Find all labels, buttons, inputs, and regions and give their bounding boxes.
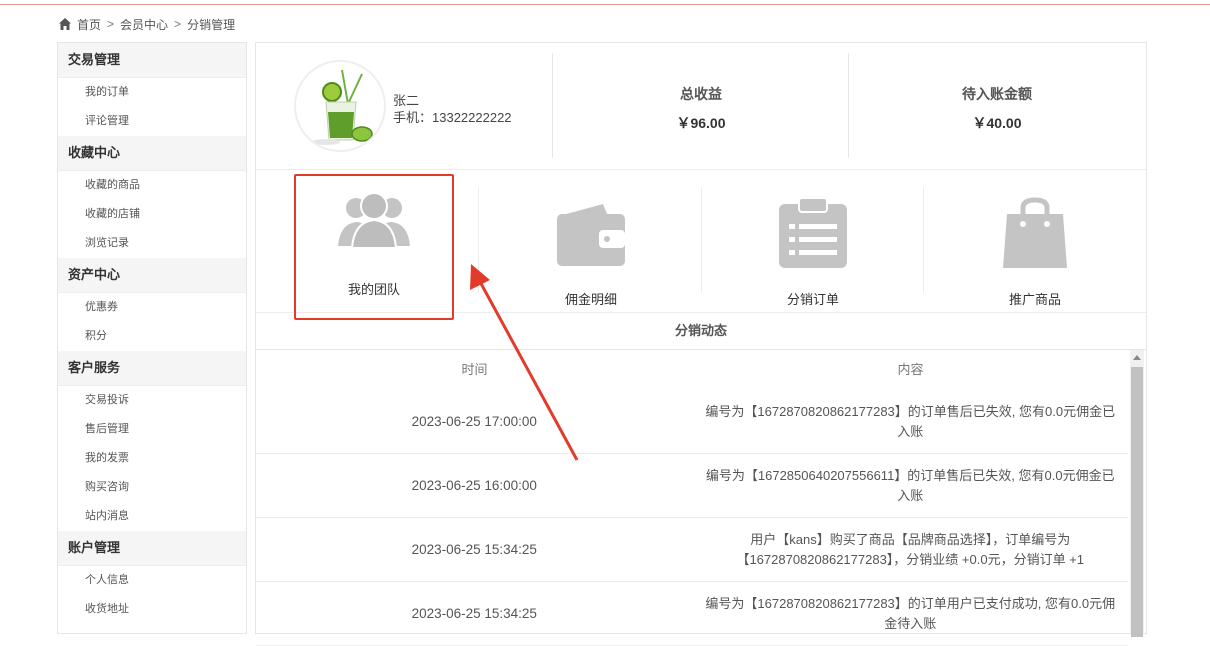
sidebar: 交易管理 我的订单 评论管理 收藏中心 收藏的商品 收藏的店铺 浏览记录 资产中… bbox=[57, 42, 247, 634]
my-team-label: 我的团队 bbox=[347, 282, 400, 297]
table-header: 时间 内容 bbox=[256, 350, 1128, 390]
divider bbox=[923, 187, 924, 293]
wallet-icon bbox=[557, 204, 625, 266]
pending-amount-stat: 待入账金额 ￥40.00 bbox=[850, 84, 1144, 133]
top-accent-line bbox=[0, 4, 1210, 5]
column-header-content: 内容 bbox=[897, 362, 924, 377]
commission-detail-button[interactable]: 佣金明细 bbox=[512, 186, 670, 312]
profile-row: 张二 手机：13322222222 总收益 ￥96.00 待入账金额 ￥40.0… bbox=[256, 43, 1146, 170]
commission-detail-label: 佣金明细 bbox=[564, 292, 617, 307]
sidebar-item-fav-goods[interactable]: 收藏的商品 bbox=[58, 171, 246, 200]
sidebar-item-my-orders[interactable]: 我的订单 bbox=[58, 78, 246, 107]
breadcrumb: 首页 > 会员中心 > 分销管理 bbox=[58, 15, 235, 33]
scroll-up-arrow-icon[interactable] bbox=[1130, 350, 1144, 365]
scroll-thumb[interactable] bbox=[1131, 367, 1143, 637]
divider bbox=[848, 53, 849, 158]
cocktail-avatar-image bbox=[312, 69, 373, 145]
divider bbox=[701, 187, 702, 293]
row-time: 2023-06-25 16:00:00 bbox=[411, 478, 537, 493]
sidebar-item-consult[interactable]: 购买咨询 bbox=[58, 473, 246, 502]
sidebar-item-invoices[interactable]: 我的发票 bbox=[58, 444, 246, 473]
breadcrumb-separator: > bbox=[174, 17, 182, 31]
sidebar-item-complaints[interactable]: 交易投诉 bbox=[58, 386, 246, 415]
table-row: 2023-06-25 17:00:00 编号为【1672870820862177… bbox=[256, 390, 1128, 454]
column-header-time: 时间 bbox=[461, 362, 488, 377]
promote-goods-label: 推广商品 bbox=[1008, 292, 1061, 307]
row-time: 2023-06-25 15:34:25 bbox=[411, 542, 537, 557]
table-row: 2023-06-25 15:34:25 编号为【1672870820862177… bbox=[256, 582, 1128, 646]
row-time: 2023-06-25 15:34:25 bbox=[411, 606, 537, 621]
total-earnings-value: ￥96.00 bbox=[676, 115, 726, 131]
sidebar-item-aftersale[interactable]: 售后管理 bbox=[58, 415, 246, 444]
divider bbox=[552, 53, 553, 158]
sidebar-section-favorites: 收藏中心 bbox=[58, 136, 246, 171]
sidebar-item-address[interactable]: 收货地址 bbox=[58, 595, 246, 624]
total-earnings-label: 总收益 bbox=[680, 86, 722, 102]
sidebar-section-account: 账户管理 bbox=[58, 531, 246, 566]
breadcrumb-separator: > bbox=[107, 17, 115, 31]
team-icon bbox=[338, 192, 410, 249]
sidebar-item-points[interactable]: 积分 bbox=[58, 322, 246, 351]
distribution-orders-label: 分销订单 bbox=[786, 292, 839, 307]
distribution-orders-button[interactable]: 分销订单 bbox=[734, 186, 892, 312]
distribution-dynamics-title: 分销动态 bbox=[256, 313, 1146, 350]
dynamics-table: 时间 内容 2023-06-25 17:00:00 编号为【1672870820… bbox=[256, 350, 1128, 646]
row-content: 编号为【1672850640207556611】的订单售后已失效, 您有0.0元… bbox=[705, 467, 1115, 503]
clipboard-icon bbox=[779, 197, 847, 268]
row-content: 编号为【1672870820862177283】的订单售后已失效, 您有0.0元… bbox=[705, 403, 1116, 439]
row-time: 2023-06-25 17:00:00 bbox=[411, 414, 537, 429]
promote-goods-button[interactable]: 推广商品 bbox=[956, 186, 1114, 312]
sidebar-section-assets: 资产中心 bbox=[58, 258, 246, 293]
avatar bbox=[294, 60, 386, 152]
sidebar-section-trade: 交易管理 bbox=[58, 43, 246, 78]
home-icon[interactable] bbox=[58, 17, 72, 31]
total-earnings-stat: 总收益 ￥96.00 bbox=[554, 84, 848, 133]
main-panel: 张二 手机：13322222222 总收益 ￥96.00 待入账金额 ￥40.0… bbox=[255, 42, 1147, 646]
sidebar-section-service: 客户服务 bbox=[58, 351, 246, 386]
user-phone: 手机：13322222222 bbox=[393, 110, 512, 125]
row-content: 用户【kans】购买了商品【品牌商品选择】，订单编号为【167287082086… bbox=[736, 531, 1085, 567]
sidebar-item-reviews[interactable]: 评论管理 bbox=[58, 107, 246, 136]
shopping-bag-icon bbox=[1003, 197, 1067, 268]
pending-amount-label: 待入账金额 bbox=[962, 86, 1032, 102]
sidebar-item-messages[interactable]: 站内消息 bbox=[58, 502, 246, 531]
my-team-button[interactable]: 我的团队 bbox=[294, 174, 454, 320]
feature-shortcuts: 我的团队 佣金明细 分销订单 推广商品 bbox=[256, 170, 1146, 320]
breadcrumb-member-center-link[interactable]: 会员中心 bbox=[120, 16, 168, 33]
row-content: 编号为【1672870820862177283】的订单用户已支付成功, 您有0.… bbox=[705, 595, 1116, 631]
breadcrumb-current: 分销管理 bbox=[187, 17, 236, 32]
table-row: 2023-06-25 16:00:00 编号为【1672850640207556… bbox=[256, 454, 1128, 518]
divider bbox=[478, 187, 479, 293]
sidebar-item-coupons[interactable]: 优惠券 bbox=[58, 293, 246, 322]
sidebar-item-profile[interactable]: 个人信息 bbox=[58, 566, 246, 595]
breadcrumb-home-link[interactable]: 首页 bbox=[77, 16, 101, 33]
table-scrollbar[interactable] bbox=[1130, 350, 1144, 637]
sidebar-item-fav-shops[interactable]: 收藏的店铺 bbox=[58, 200, 246, 229]
pending-amount-value: ￥40.00 bbox=[972, 115, 1022, 131]
table-row: 2023-06-25 15:34:25 用户【kans】购买了商品【品牌商品选择… bbox=[256, 518, 1128, 582]
sidebar-item-history[interactable]: 浏览记录 bbox=[58, 229, 246, 258]
